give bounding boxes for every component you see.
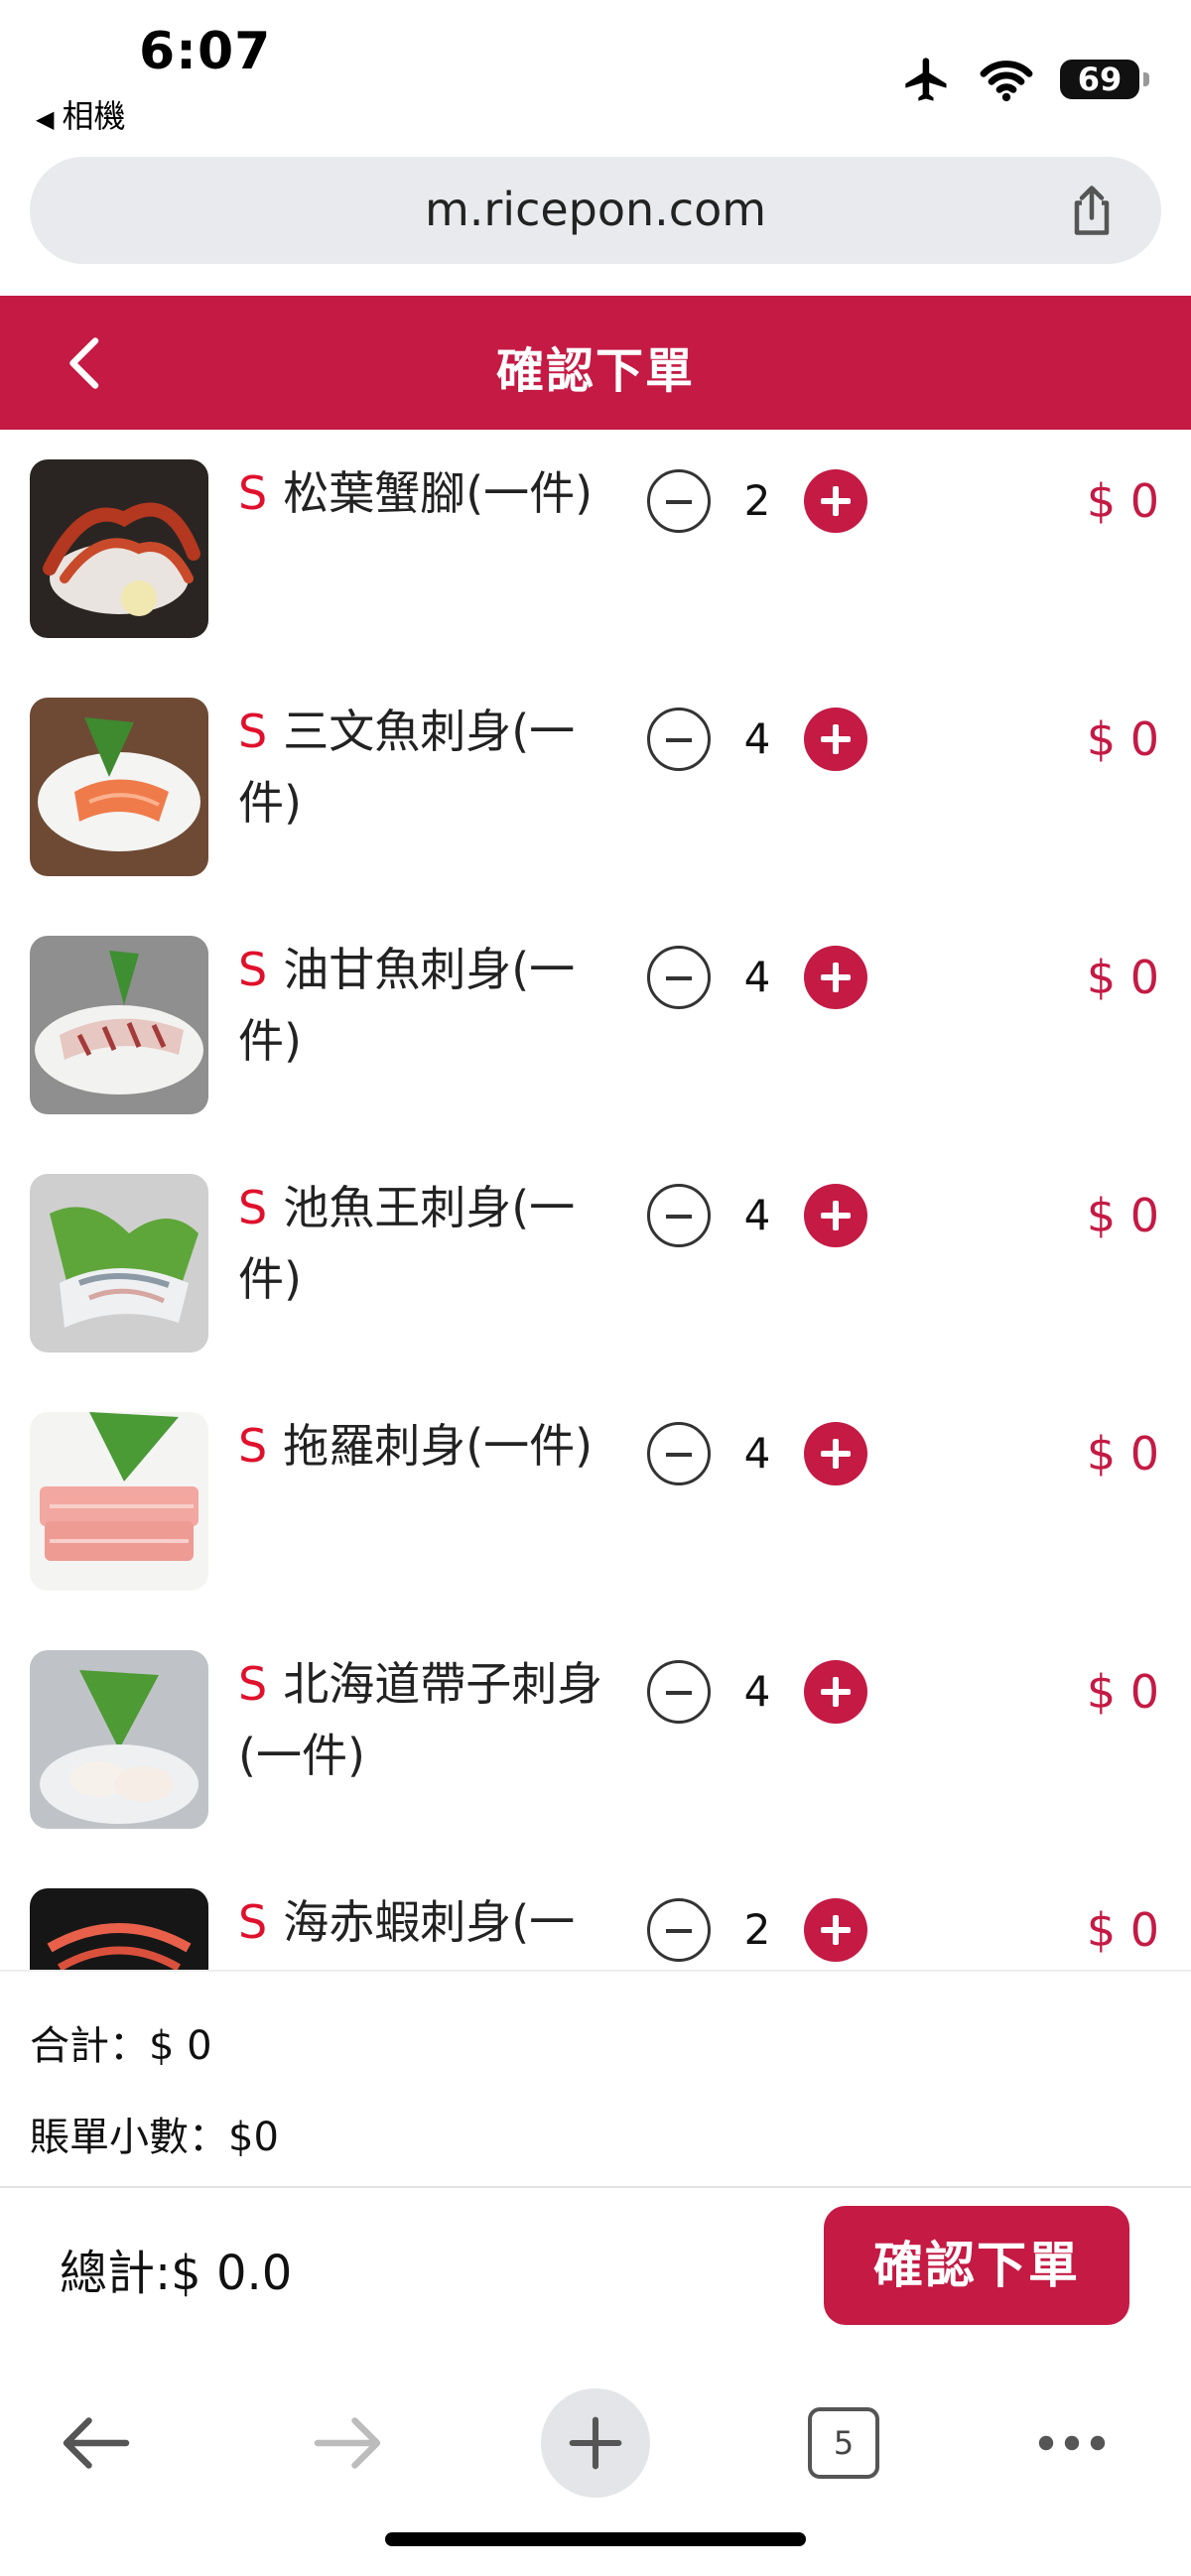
plus-icon xyxy=(569,2416,622,2470)
back-app-label: 相機 xyxy=(62,97,126,135)
decrease-quantity-button[interactable] xyxy=(647,1184,711,1247)
service-charge-text: 賬單小數：$0 xyxy=(30,2115,279,2160)
decrease-quantity-button[interactable] xyxy=(647,1898,711,1962)
increase-quantity-button[interactable] xyxy=(804,1898,867,1962)
item-quantity: 4 xyxy=(743,1429,771,1478)
item-price: $ 0 xyxy=(1086,474,1159,528)
increase-quantity-button[interactable] xyxy=(804,1184,867,1247)
item-price: $ 0 xyxy=(1086,1665,1159,1719)
order-item: S海赤蝦刺身(一件) 2 $ 0 xyxy=(0,1859,1191,1970)
item-quantity: 2 xyxy=(743,1905,771,1954)
order-item: S 拖羅刺身(一件) 4 $ 0 xyxy=(0,1382,1191,1620)
item-flag: S xyxy=(238,1419,268,1473)
back-to-app-link[interactable]: ◀ 相機 xyxy=(36,91,125,137)
item-quantity: 4 xyxy=(743,1191,771,1239)
order-item: S 松葉蟹腳(一件) 2 $ 0 xyxy=(0,430,1191,668)
battery-level: 69 xyxy=(1077,61,1123,98)
order-item: S 油甘魚刺身(一件) 4 $ 0 xyxy=(0,906,1191,1144)
item-image xyxy=(30,1888,208,1970)
item-image xyxy=(30,1412,208,1591)
item-flag: S xyxy=(238,1657,268,1711)
battery-icon: 69 xyxy=(1060,60,1149,99)
status-bar: 6:07 ◀ 相機 69 xyxy=(0,0,1191,149)
item-name: S 北海道帶子刺身(一件) xyxy=(238,1648,605,1791)
grand-total: 總計:$ 0.0 xyxy=(60,2246,293,2301)
browser-forward-button[interactable] xyxy=(293,2388,402,2498)
item-name-text: 拖羅刺身(一件) xyxy=(283,1419,594,1473)
item-name: S 池魚王刺身(一件) xyxy=(238,1172,605,1315)
item-image xyxy=(30,1650,208,1829)
arrow-right-icon xyxy=(314,2417,381,2469)
item-name-text: 海赤蝦刺身(一件) xyxy=(238,1895,576,1970)
airplane-icon xyxy=(905,58,947,101)
item-image xyxy=(30,459,208,638)
order-item: S 池魚王刺身(一件) 4 $ 0 xyxy=(0,1144,1191,1382)
new-tab-button[interactable] xyxy=(541,2388,650,2498)
item-name: S海赤蝦刺身(一件) xyxy=(238,1886,605,1970)
item-name-text: 池魚王刺身(一件) xyxy=(238,1181,576,1306)
more-options-button[interactable] xyxy=(1017,2388,1126,2498)
increase-quantity-button[interactable] xyxy=(804,946,867,1009)
order-summary: 合計：$ 0 賬單小數：$0 xyxy=(0,1970,1191,2188)
item-image xyxy=(30,698,208,876)
decrease-quantity-button[interactable] xyxy=(647,1422,711,1485)
item-price: $ 0 xyxy=(1086,712,1159,766)
home-indicator xyxy=(385,2532,806,2546)
status-time: 6:07 xyxy=(139,22,272,81)
item-quantity: 4 xyxy=(743,953,771,1001)
browser-back-button[interactable] xyxy=(42,2388,151,2498)
order-item: S 北海道帶子刺身(一件) 4 $ 0 xyxy=(0,1620,1191,1859)
item-name: S 松葉蟹腳(一件) xyxy=(238,457,605,529)
decrease-quantity-button[interactable] xyxy=(647,708,711,771)
tabs-icon: 5 xyxy=(808,2407,879,2479)
increase-quantity-button[interactable] xyxy=(804,1422,867,1485)
increase-quantity-button[interactable] xyxy=(804,708,867,771)
item-price: $ 0 xyxy=(1086,1189,1159,1242)
order-item-list[interactable]: S 松葉蟹腳(一件) 2 $ 0 S 三文魚刺身(一件) 4 $ 0 S 油甘魚刺身(… xyxy=(0,430,1191,1970)
address-bar[interactable]: m.ricepon.com xyxy=(30,157,1161,264)
confirm-order-button[interactable]: 確認下單 xyxy=(824,2206,1129,2325)
back-triangle-icon: ◀ xyxy=(36,105,55,133)
order-item: S 三文魚刺身(一件) 4 $ 0 xyxy=(0,668,1191,906)
item-flag: S xyxy=(238,705,268,758)
tab-count: 5 xyxy=(833,2424,855,2462)
item-flag: S xyxy=(238,466,268,520)
item-quantity: 4 xyxy=(743,714,771,763)
item-price: $ 0 xyxy=(1086,1903,1159,1957)
more-dots-icon xyxy=(1038,2435,1106,2451)
item-name-text: 北海道帶子刺身(一件) xyxy=(238,1657,603,1782)
item-flag: S xyxy=(238,1895,268,1949)
checkout-bar: 總計:$ 0.0 確認下單 xyxy=(0,2186,1191,2339)
arrow-left-icon xyxy=(63,2417,130,2469)
status-icons: 69 xyxy=(901,50,1149,109)
item-flag: S xyxy=(238,1181,268,1234)
page-header: 確認下單 xyxy=(0,296,1191,430)
increase-quantity-button[interactable] xyxy=(804,1660,867,1724)
item-quantity: 4 xyxy=(743,1667,771,1716)
item-name: S 拖羅刺身(一件) xyxy=(238,1410,605,1481)
item-name: S 三文魚刺身(一件) xyxy=(238,696,605,838)
subtotal-text: 合計：$ 0 xyxy=(30,2023,212,2069)
decrease-quantity-button[interactable] xyxy=(647,469,711,533)
decrease-quantity-button[interactable] xyxy=(647,1660,711,1724)
increase-quantity-button[interactable] xyxy=(804,469,867,533)
share-icon[interactable] xyxy=(1062,181,1122,240)
battery-cap xyxy=(1143,72,1149,86)
item-image xyxy=(30,1174,208,1352)
tabs-button[interactable]: 5 xyxy=(789,2388,898,2498)
wifi-icon xyxy=(980,61,1033,102)
decrease-quantity-button[interactable] xyxy=(647,946,711,1009)
url-text[interactable]: m.ricepon.com xyxy=(30,183,1161,236)
item-flag: S xyxy=(238,943,268,996)
item-name-text: 油甘魚刺身(一件) xyxy=(238,943,576,1068)
item-name: S 油甘魚刺身(一件) xyxy=(238,934,605,1077)
item-name-text: 松葉蟹腳(一件) xyxy=(283,466,594,520)
item-name-text: 三文魚刺身(一件) xyxy=(238,705,576,830)
item-price: $ 0 xyxy=(1086,1427,1159,1481)
item-price: $ 0 xyxy=(1086,951,1159,1004)
page-title: 確認下單 xyxy=(495,343,695,399)
item-quantity: 2 xyxy=(743,476,771,525)
item-image xyxy=(30,936,208,1114)
